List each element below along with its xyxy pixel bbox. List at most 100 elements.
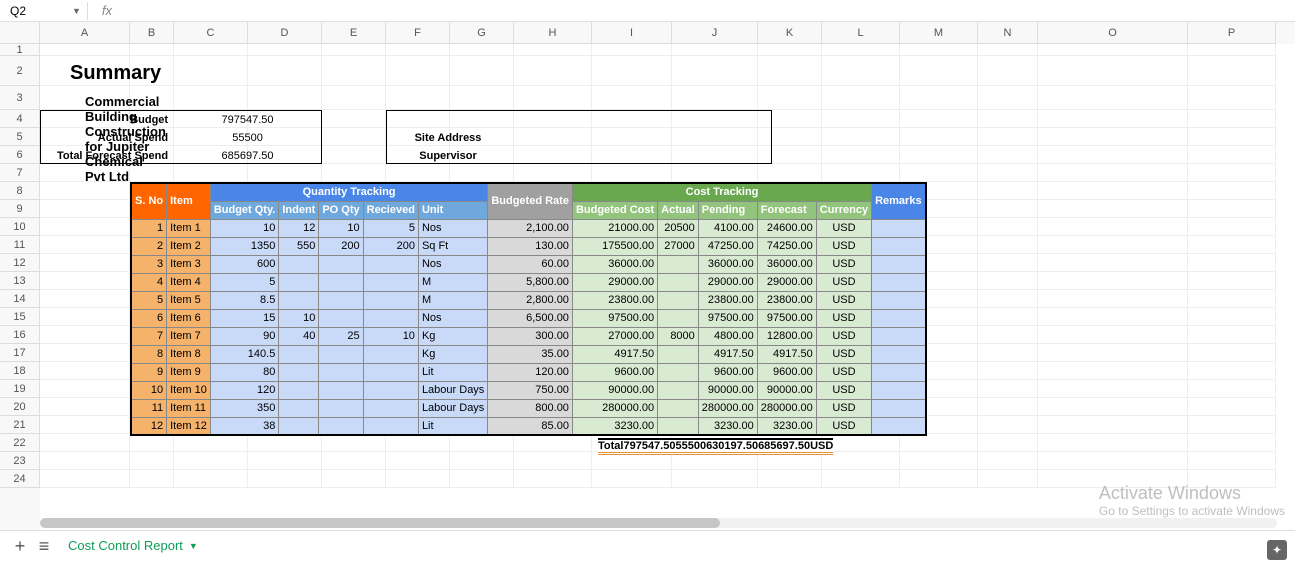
cell[interactable]: 10 — [319, 219, 363, 237]
cell[interactable]: 27000 — [658, 237, 699, 255]
cell[interactable]: 130.00 — [488, 237, 573, 255]
cell[interactable] — [363, 255, 418, 273]
cell[interactable]: Item 5 — [167, 291, 211, 309]
cell[interactable]: Item 9 — [167, 363, 211, 381]
cell[interactable]: 47250.00 — [698, 237, 757, 255]
cell[interactable] — [872, 399, 926, 417]
cell[interactable]: 200 — [363, 237, 418, 255]
cell[interactable]: Item 1 — [167, 219, 211, 237]
cell[interactable]: 36000.00 — [698, 255, 757, 273]
cell[interactable] — [872, 237, 926, 255]
cell[interactable]: Item 11 — [167, 399, 211, 417]
cell[interactable]: 29000.00 — [698, 273, 757, 291]
cell[interactable]: Nos — [418, 219, 487, 237]
cell[interactable]: 200 — [319, 237, 363, 255]
cell[interactable] — [319, 255, 363, 273]
cell[interactable] — [658, 255, 699, 273]
cell[interactable]: 40 — [279, 327, 319, 345]
cell[interactable]: 1 — [131, 219, 167, 237]
cell[interactable] — [363, 417, 418, 435]
cell[interactable]: 97500.00 — [757, 309, 816, 327]
name-box-dropdown-icon[interactable]: ▼ — [72, 6, 81, 16]
cell[interactable]: Kg — [418, 345, 487, 363]
sheet-tab-dropdown-icon[interactable]: ▼ — [189, 541, 198, 551]
cell[interactable]: 90000.00 — [698, 381, 757, 399]
cell[interactable] — [872, 345, 926, 363]
cell[interactable]: 15 — [210, 309, 279, 327]
cell[interactable]: 12 — [131, 417, 167, 435]
cell[interactable] — [319, 381, 363, 399]
row-header[interactable]: 12 — [0, 254, 40, 272]
cell[interactable]: USD — [816, 417, 871, 435]
explore-button[interactable]: ✦ — [1267, 540, 1287, 560]
cell[interactable]: 2 — [131, 237, 167, 255]
cell[interactable] — [872, 327, 926, 345]
cell[interactable] — [279, 273, 319, 291]
cell[interactable]: 8000 — [658, 327, 699, 345]
cell[interactable]: 85.00 — [488, 417, 573, 435]
cell[interactable]: USD — [816, 219, 871, 237]
cell[interactable]: Item 8 — [167, 345, 211, 363]
column-header[interactable]: O — [1038, 22, 1188, 44]
cell[interactable]: 10 — [363, 327, 418, 345]
cell[interactable]: Item 10 — [167, 381, 211, 399]
cell[interactable] — [279, 291, 319, 309]
cell[interactable]: Labour Days — [418, 381, 487, 399]
column-header[interactable]: F — [386, 22, 450, 44]
cell[interactable]: 10 — [210, 219, 279, 237]
cell[interactable]: Nos — [418, 255, 487, 273]
cell[interactable]: USD — [816, 255, 871, 273]
cell[interactable]: USD — [816, 399, 871, 417]
row-header[interactable]: 13 — [0, 272, 40, 290]
cell[interactable]: 4 — [131, 273, 167, 291]
cell[interactable]: 600 — [210, 255, 279, 273]
cell[interactable]: 10 — [279, 309, 319, 327]
name-box[interactable] — [6, 2, 66, 20]
row-header[interactable]: 22 — [0, 434, 40, 452]
horizontal-scrollbar[interactable] — [40, 516, 1277, 530]
cell[interactable]: 90000.00 — [757, 381, 816, 399]
column-header[interactable]: C — [174, 22, 248, 44]
cell[interactable]: Item 7 — [167, 327, 211, 345]
cell[interactable] — [872, 273, 926, 291]
cell[interactable]: 350 — [210, 399, 279, 417]
cell[interactable]: M — [418, 273, 487, 291]
cell[interactable] — [872, 309, 926, 327]
cell[interactable]: 6,500.00 — [488, 309, 573, 327]
cell[interactable]: Labour Days — [418, 399, 487, 417]
cell[interactable] — [872, 363, 926, 381]
scrollbar-thumb[interactable] — [40, 518, 720, 528]
cell[interactable]: 2,800.00 — [488, 291, 573, 309]
cell[interactable] — [363, 345, 418, 363]
cell[interactable]: 4917.50 — [757, 345, 816, 363]
cell[interactable]: 80 — [210, 363, 279, 381]
cell[interactable]: USD — [816, 309, 871, 327]
cell[interactable]: Item 12 — [167, 417, 211, 435]
cell[interactable] — [658, 291, 699, 309]
cell[interactable]: Kg — [418, 327, 487, 345]
cell[interactable]: 9 — [131, 363, 167, 381]
row-header[interactable]: 21 — [0, 416, 40, 434]
cell[interactable] — [872, 417, 926, 435]
cell[interactable]: USD — [816, 363, 871, 381]
column-header[interactable]: M — [900, 22, 978, 44]
cell[interactable]: 8.5 — [210, 291, 279, 309]
cell[interactable] — [658, 399, 699, 417]
row-header[interactable]: 18 — [0, 362, 40, 380]
cell[interactable]: 90000.00 — [572, 381, 657, 399]
cell[interactable]: 3230.00 — [757, 417, 816, 435]
cell[interactable]: 3 — [131, 255, 167, 273]
cell[interactable]: 1350 — [210, 237, 279, 255]
select-all-corner[interactable] — [0, 22, 40, 44]
cell[interactable]: 9600.00 — [698, 363, 757, 381]
cell[interactable] — [658, 309, 699, 327]
column-header[interactable]: B — [130, 22, 174, 44]
row-header[interactable]: 20 — [0, 398, 40, 416]
cell[interactable]: 5,800.00 — [488, 273, 573, 291]
cell[interactable] — [363, 381, 418, 399]
cell[interactable]: Nos — [418, 309, 487, 327]
cell[interactable] — [363, 363, 418, 381]
cell[interactable]: USD — [816, 237, 871, 255]
cell[interactable]: 24600.00 — [757, 219, 816, 237]
cell[interactable]: M — [418, 291, 487, 309]
